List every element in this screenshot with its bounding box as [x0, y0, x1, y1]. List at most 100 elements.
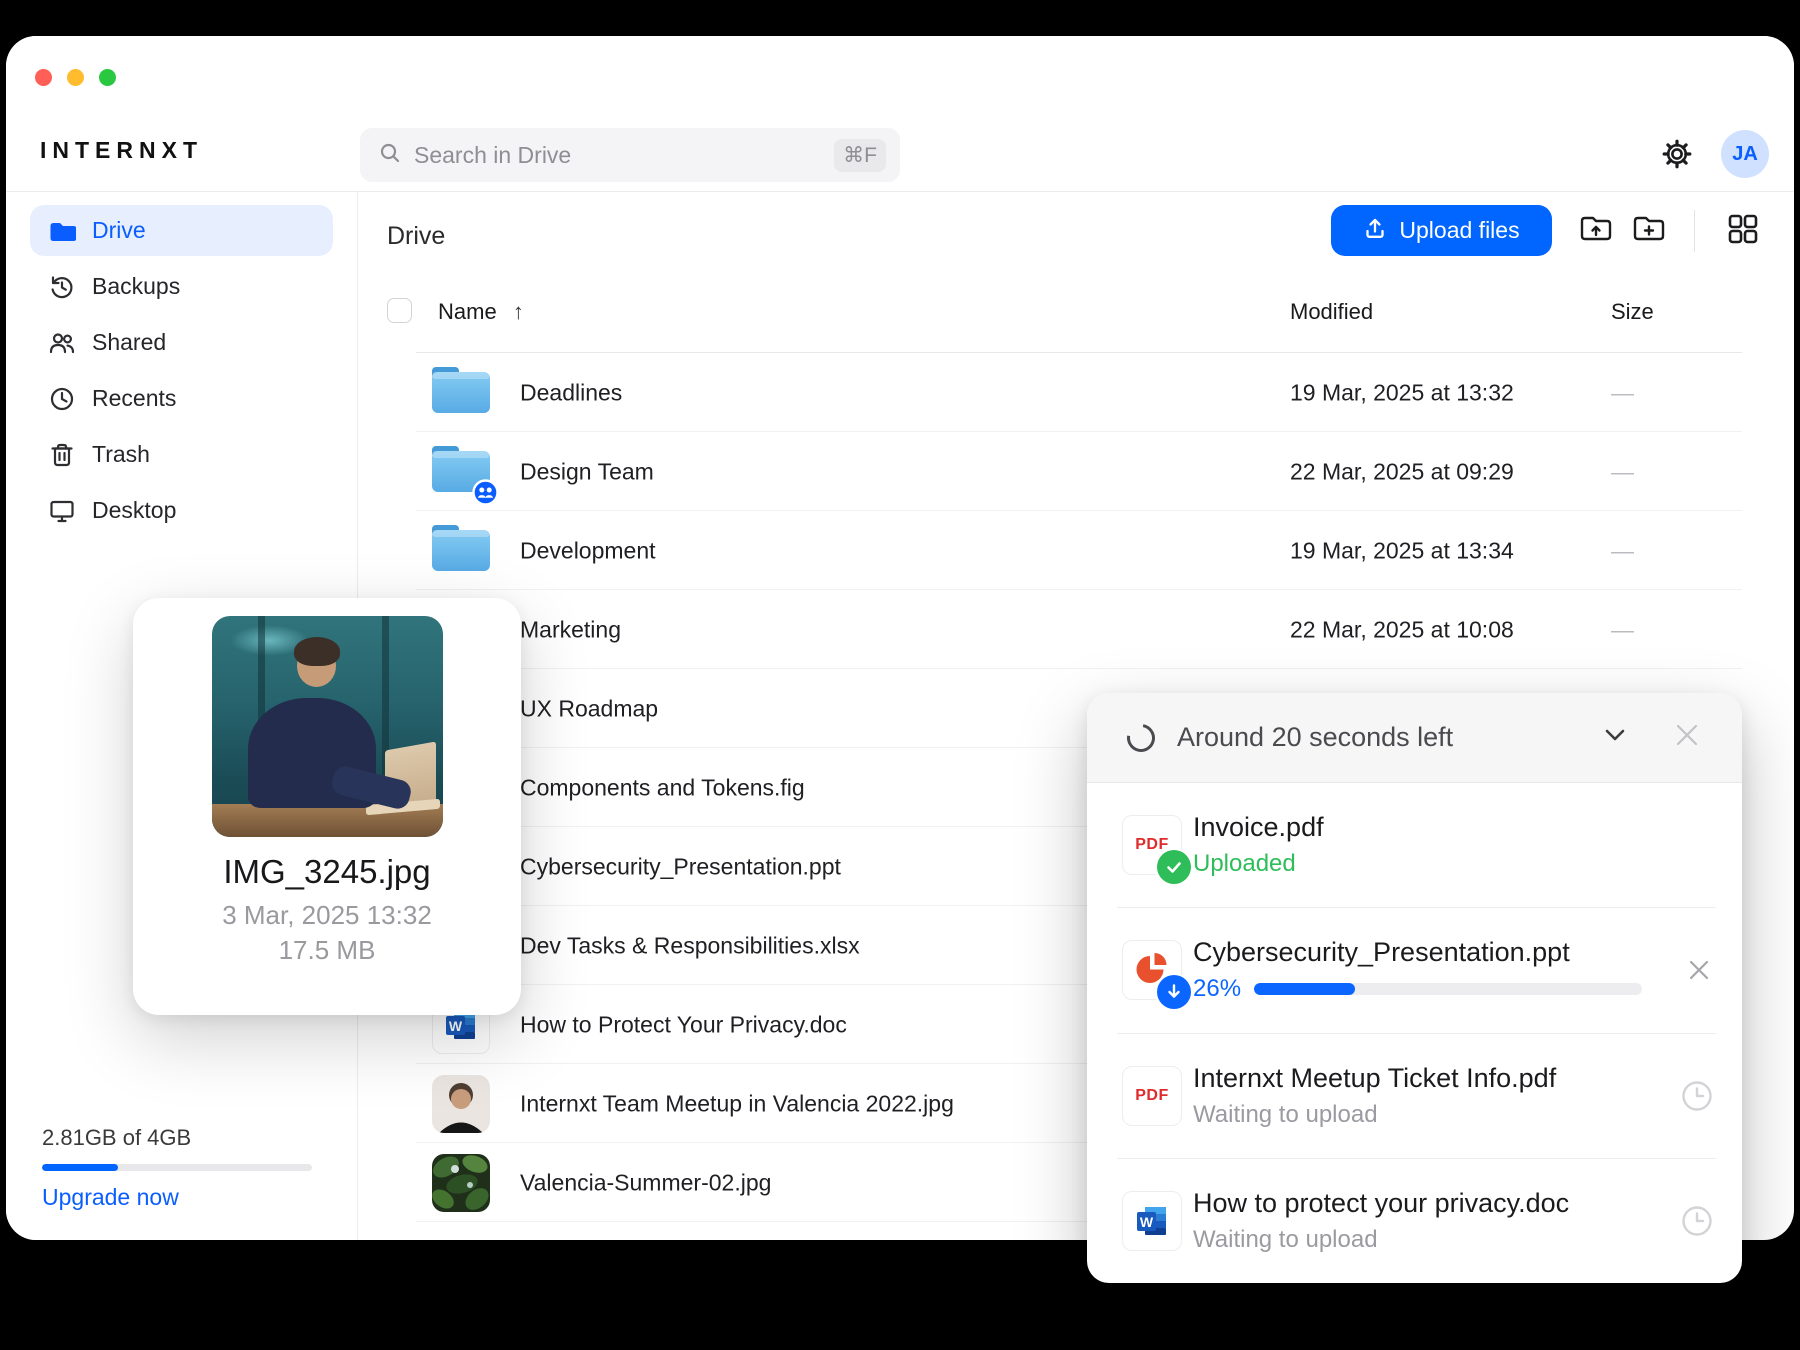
- file-name: Internxt Team Meetup in Valencia 2022.jp…: [520, 1090, 954, 1117]
- file-name: How to Protect Your Privacy.doc: [520, 1011, 847, 1038]
- upload-item-status: Waiting to upload: [1193, 1101, 1556, 1129]
- backups-icon: [48, 273, 76, 301]
- upload-folder-button[interactable]: [1577, 212, 1615, 250]
- file-modified-date: 22 Mar, 2025 at 10:08: [1290, 616, 1514, 643]
- file-modified-date: 22 Mar, 2025 at 09:29: [1290, 458, 1514, 485]
- uploaded-check-badge-icon: [1157, 850, 1191, 884]
- search-input[interactable]: [414, 142, 834, 169]
- window-controls: [35, 69, 116, 86]
- svg-text:W: W: [1140, 1214, 1154, 1230]
- search-icon: [378, 141, 402, 170]
- drive-folder-icon: [48, 217, 76, 245]
- file-name: Marketing: [520, 616, 621, 643]
- file-name: Dev Tasks & Responsibilities.xlsx: [520, 932, 860, 959]
- sidebar-item-label: Drive: [92, 217, 146, 244]
- search-bar[interactable]: ⌘F: [360, 128, 900, 182]
- upload-item-status: Uploaded: [1193, 850, 1324, 878]
- sidebar-item-drive[interactable]: Drive: [30, 205, 333, 256]
- file-name: Cybersecurity_Presentation.ppt: [520, 853, 841, 880]
- pdf-file-icon: PDF: [1122, 815, 1182, 875]
- spinner-icon: [1122, 718, 1161, 757]
- pdf-file-icon: PDF: [1122, 1066, 1182, 1126]
- new-folder-button[interactable]: [1630, 212, 1668, 250]
- waiting-clock-icon: [1680, 1204, 1714, 1238]
- search-shortcut-badge: ⌘F: [834, 139, 886, 172]
- preview-size: 17.5 MB: [133, 935, 521, 966]
- close-window-button[interactable]: [35, 69, 52, 86]
- doc-file-icon: W: [1122, 1191, 1182, 1251]
- page: INTERNXT ⌘F: [0, 0, 1800, 1350]
- upload-item: PDF Invoice.pdf Uploaded: [1087, 783, 1742, 907]
- file-size: —: [1611, 537, 1634, 564]
- avatar[interactable]: JA: [1721, 130, 1769, 178]
- file-name: Deadlines: [520, 379, 622, 406]
- settings-button[interactable]: [1659, 136, 1695, 172]
- svg-text:W: W: [449, 1018, 463, 1034]
- sidebar-item-label: Shared: [92, 329, 166, 356]
- sidebar-item-backups[interactable]: Backups: [30, 261, 333, 312]
- file-preview-card: IMG_3245.jpg 3 Mar, 2025 13:32 17.5 MB: [133, 598, 521, 1015]
- preview-date: 3 Mar, 2025 13:32: [133, 900, 521, 931]
- upload-item: W How to protect your privacy.doc Waiting …: [1087, 1159, 1742, 1283]
- file-name: Design Team: [520, 458, 654, 485]
- minimize-window-button[interactable]: [67, 69, 84, 86]
- upload-icon: [1363, 216, 1387, 246]
- column-header-modified[interactable]: Modified: [1290, 299, 1373, 325]
- preview-photo: [212, 616, 443, 837]
- sidebar-item-label: Backups: [92, 273, 180, 300]
- file-row[interactable]: Development 19 Mar, 2025 at 13:34 —: [6, 511, 1794, 590]
- folder-icon: [429, 364, 493, 422]
- upload-item-name: Internxt Meetup Ticket Info.pdf: [1193, 1063, 1556, 1094]
- downloading-arrow-badge-icon: [1157, 975, 1191, 1009]
- upload-time-remaining: Around 20 seconds left: [1177, 722, 1453, 753]
- folder-upload-icon: [1577, 210, 1615, 253]
- file-size: —: [1611, 379, 1634, 406]
- file-modified-date: 19 Mar, 2025 at 13:34: [1290, 537, 1514, 564]
- internxt-logo: INTERNXT: [40, 137, 203, 164]
- upload-panel-header: Around 20 seconds left: [1087, 693, 1742, 783]
- file-size: —: [1611, 458, 1634, 485]
- select-all-checkbox[interactable]: [387, 298, 412, 323]
- ppt-file-icon: [1122, 940, 1182, 1000]
- close-panel-button[interactable]: [1670, 718, 1704, 757]
- image-thumbnail: [429, 1154, 493, 1212]
- upload-progress-panel: Around 20 seconds left PDF Invoice.pdf Upl…: [1087, 693, 1742, 1283]
- collapse-panel-button[interactable]: [1600, 720, 1630, 755]
- upload-item: Cybersecurity_Presentation.ppt26%: [1087, 908, 1742, 1032]
- gear-icon: [1659, 159, 1695, 176]
- file-name: Components and Tokens.fig: [520, 774, 805, 801]
- file-row[interactable]: Deadlines 19 Mar, 2025 at 13:32 —: [6, 353, 1794, 432]
- column-header-size[interactable]: Size: [1611, 299, 1654, 325]
- file-modified-date: 19 Mar, 2025 at 13:32: [1290, 379, 1514, 406]
- file-row[interactable]: Design Team 22 Mar, 2025 at 09:29 —: [6, 432, 1794, 511]
- page-title: Drive: [387, 222, 445, 251]
- upload-files-button[interactable]: Upload files: [1331, 205, 1552, 256]
- grid-view-button[interactable]: [1724, 212, 1762, 250]
- file-name: Valencia-Summer-02.jpg: [520, 1169, 771, 1196]
- maximize-window-button[interactable]: [99, 69, 116, 86]
- sort-arrow-icon: ↑: [513, 299, 524, 324]
- cancel-upload-button[interactable]: [1684, 955, 1714, 985]
- image-thumbnail: [429, 1075, 493, 1133]
- upload-items-list: PDF Invoice.pdf Uploaded Cybersecurity_Pres…: [1087, 783, 1742, 1283]
- topbar: INTERNXT ⌘F: [6, 36, 1794, 192]
- file-name: Development: [520, 537, 656, 564]
- folder-icon: [429, 522, 493, 580]
- preview-filename: IMG_3245.jpg: [133, 853, 521, 891]
- upload-item-name: Invoice.pdf: [1193, 812, 1324, 843]
- upload-item: PDF Internxt Meetup Ticket Info.pdf Waitin…: [1087, 1034, 1742, 1158]
- upload-percent-label: 26%: [1193, 975, 1241, 1003]
- upload-item-name: How to protect your privacy.doc: [1193, 1188, 1569, 1219]
- upload-files-label: Upload files: [1399, 217, 1519, 244]
- column-header-name[interactable]: Name ↑: [438, 299, 524, 325]
- shared-folder-badge-icon: [472, 479, 499, 506]
- toolbar-divider: [1694, 210, 1695, 252]
- folder-icon: [429, 443, 493, 501]
- waiting-clock-icon: [1680, 1079, 1714, 1113]
- upload-progress-bar: [1254, 983, 1642, 995]
- file-name: UX Roadmap: [520, 695, 658, 722]
- upload-item-status: Waiting to upload: [1193, 1226, 1569, 1254]
- upload-progress: 26%: [1193, 975, 1642, 1003]
- file-size: —: [1611, 616, 1634, 643]
- grid-view-icon: [1724, 210, 1762, 253]
